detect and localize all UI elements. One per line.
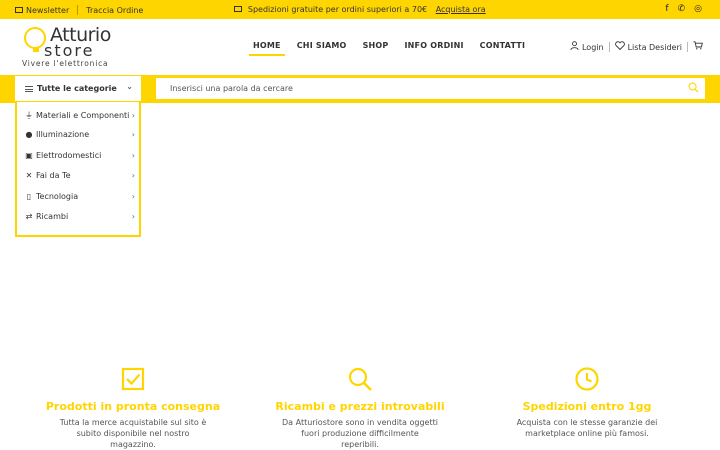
category-label: Tecnologia	[36, 192, 79, 201]
categories-menu: ⏚ Materiali e Componenti › ● Illuminazio…	[15, 102, 141, 237]
logo-tagline: Vivere l'elettronica	[22, 59, 109, 68]
category-label: Fai da Te	[36, 171, 71, 180]
menu-icon	[25, 85, 33, 92]
header-divider	[687, 42, 688, 52]
category-label: Materiali e Componenti	[36, 111, 130, 120]
category-item-ricambi[interactable]: ⇄ Ricambi ›	[25, 212, 135, 221]
magnifier-icon	[348, 367, 372, 391]
feature-fast-shipping: Spedizioni entro 1gg Acquista con le ste…	[487, 366, 687, 439]
chevron-down-icon: ⌄	[126, 82, 133, 91]
checkbox-icon	[121, 367, 145, 391]
header-actions: Login Lista Desideri	[570, 41, 706, 53]
shipping-text: Spedizioni gratuite per ordini superiori…	[247, 5, 428, 14]
logo-line2: store	[44, 41, 95, 60]
smartphone-icon: ▯	[26, 192, 32, 201]
shop-now-link[interactable]: Acquista ora	[436, 5, 486, 14]
category-label: Illuminazione	[36, 130, 90, 139]
feature-rare-parts: Ricambi e prezzi introvabili Da Atturios…	[260, 366, 460, 450]
main-nav: HOME CHI SIAMO SHOP INFO ORDINI CONTATTI	[245, 41, 533, 56]
categories-dropdown-toggle[interactable]: Tutte le categorie ⌄	[15, 76, 141, 101]
search-bar	[156, 78, 705, 99]
heart-icon	[614, 41, 625, 53]
chevron-right-icon: ›	[131, 192, 135, 201]
nav-chi-siamo[interactable]: CHI SIAMO	[289, 41, 355, 50]
lightbulb-icon: ●	[25, 130, 33, 139]
feature-description: Da Atturiostore sono in vendita oggetti …	[282, 418, 438, 449]
facebook-icon[interactable]: f	[665, 4, 668, 14]
chevron-right-icon: ›	[131, 171, 135, 180]
chevron-right-icon: ›	[131, 111, 135, 120]
feature-description: Acquista con le stesse garanzie dei mark…	[516, 418, 658, 438]
appliance-icon: ▣	[25, 151, 33, 160]
chevron-right-icon: ›	[131, 151, 135, 160]
cart-icon[interactable]	[693, 41, 703, 53]
nav-contatti[interactable]: CONTATTI	[472, 41, 533, 50]
instagram-icon[interactable]: ◎	[694, 4, 702, 14]
feature-title: Ricambi e prezzi introvabili	[275, 400, 445, 413]
login-link[interactable]: Login	[582, 43, 604, 52]
nav-info-ordini[interactable]: INFO ORDINI	[396, 41, 471, 50]
site-header: Atturio store Vivere l'elettronica HOME …	[0, 19, 720, 75]
feature-title: Spedizioni entro 1gg	[522, 400, 652, 413]
social-links: f ✆ ◎	[665, 4, 702, 14]
category-item-tecnologia[interactable]: ▯ Tecnologia ›	[25, 192, 135, 201]
user-icon	[570, 41, 579, 53]
envelope-icon	[234, 6, 243, 12]
site-logo[interactable]: Atturio store Vivere l'elettronica	[22, 24, 122, 69]
category-label: Ricambi	[36, 212, 69, 221]
header-divider	[608, 42, 610, 52]
clock-icon	[575, 367, 599, 391]
plug-icon: ⏚	[25, 111, 33, 120]
lightbulb-icon	[24, 27, 46, 52]
categories-label: Tutte le categorie	[37, 84, 117, 93]
feature-description: Tutta la merce acquistabile sul sito è s…	[59, 418, 207, 449]
exchange-icon: ⇄	[25, 212, 33, 221]
feature-title: Prodotti in pronta consegna	[45, 400, 221, 413]
search-input[interactable]	[156, 79, 676, 98]
nav-home[interactable]: HOME	[245, 41, 289, 56]
nav-shop[interactable]: SHOP	[355, 41, 397, 50]
category-item-illuminazione[interactable]: ● Illuminazione ›	[25, 130, 136, 139]
tools-icon: ✕	[25, 171, 33, 180]
category-label: Elettrodomestici	[36, 151, 102, 160]
wishlist-link[interactable]: Lista Desideri	[628, 43, 682, 52]
category-item-elettrodomestici[interactable]: ▣ Elettrodomestici ›	[25, 151, 135, 160]
top-bar: Newsletter Traccia Ordine Spedizioni gra…	[0, 0, 720, 19]
category-item-fai-da-te[interactable]: ✕ Fai da Te ›	[25, 171, 135, 180]
category-item-materiali[interactable]: ⏚ Materiali e Componenti ›	[25, 110, 135, 121]
whatsapp-icon[interactable]: ✆	[678, 4, 686, 14]
chevron-right-icon: ›	[131, 212, 135, 221]
chevron-right-icon: ›	[131, 130, 135, 139]
shipping-promo: Spedizioni gratuite per ordini superiori…	[0, 5, 720, 14]
feature-ready-stock: Prodotti in pronta consegna Tutta la mer…	[33, 366, 233, 450]
search-icon[interactable]	[688, 82, 699, 93]
